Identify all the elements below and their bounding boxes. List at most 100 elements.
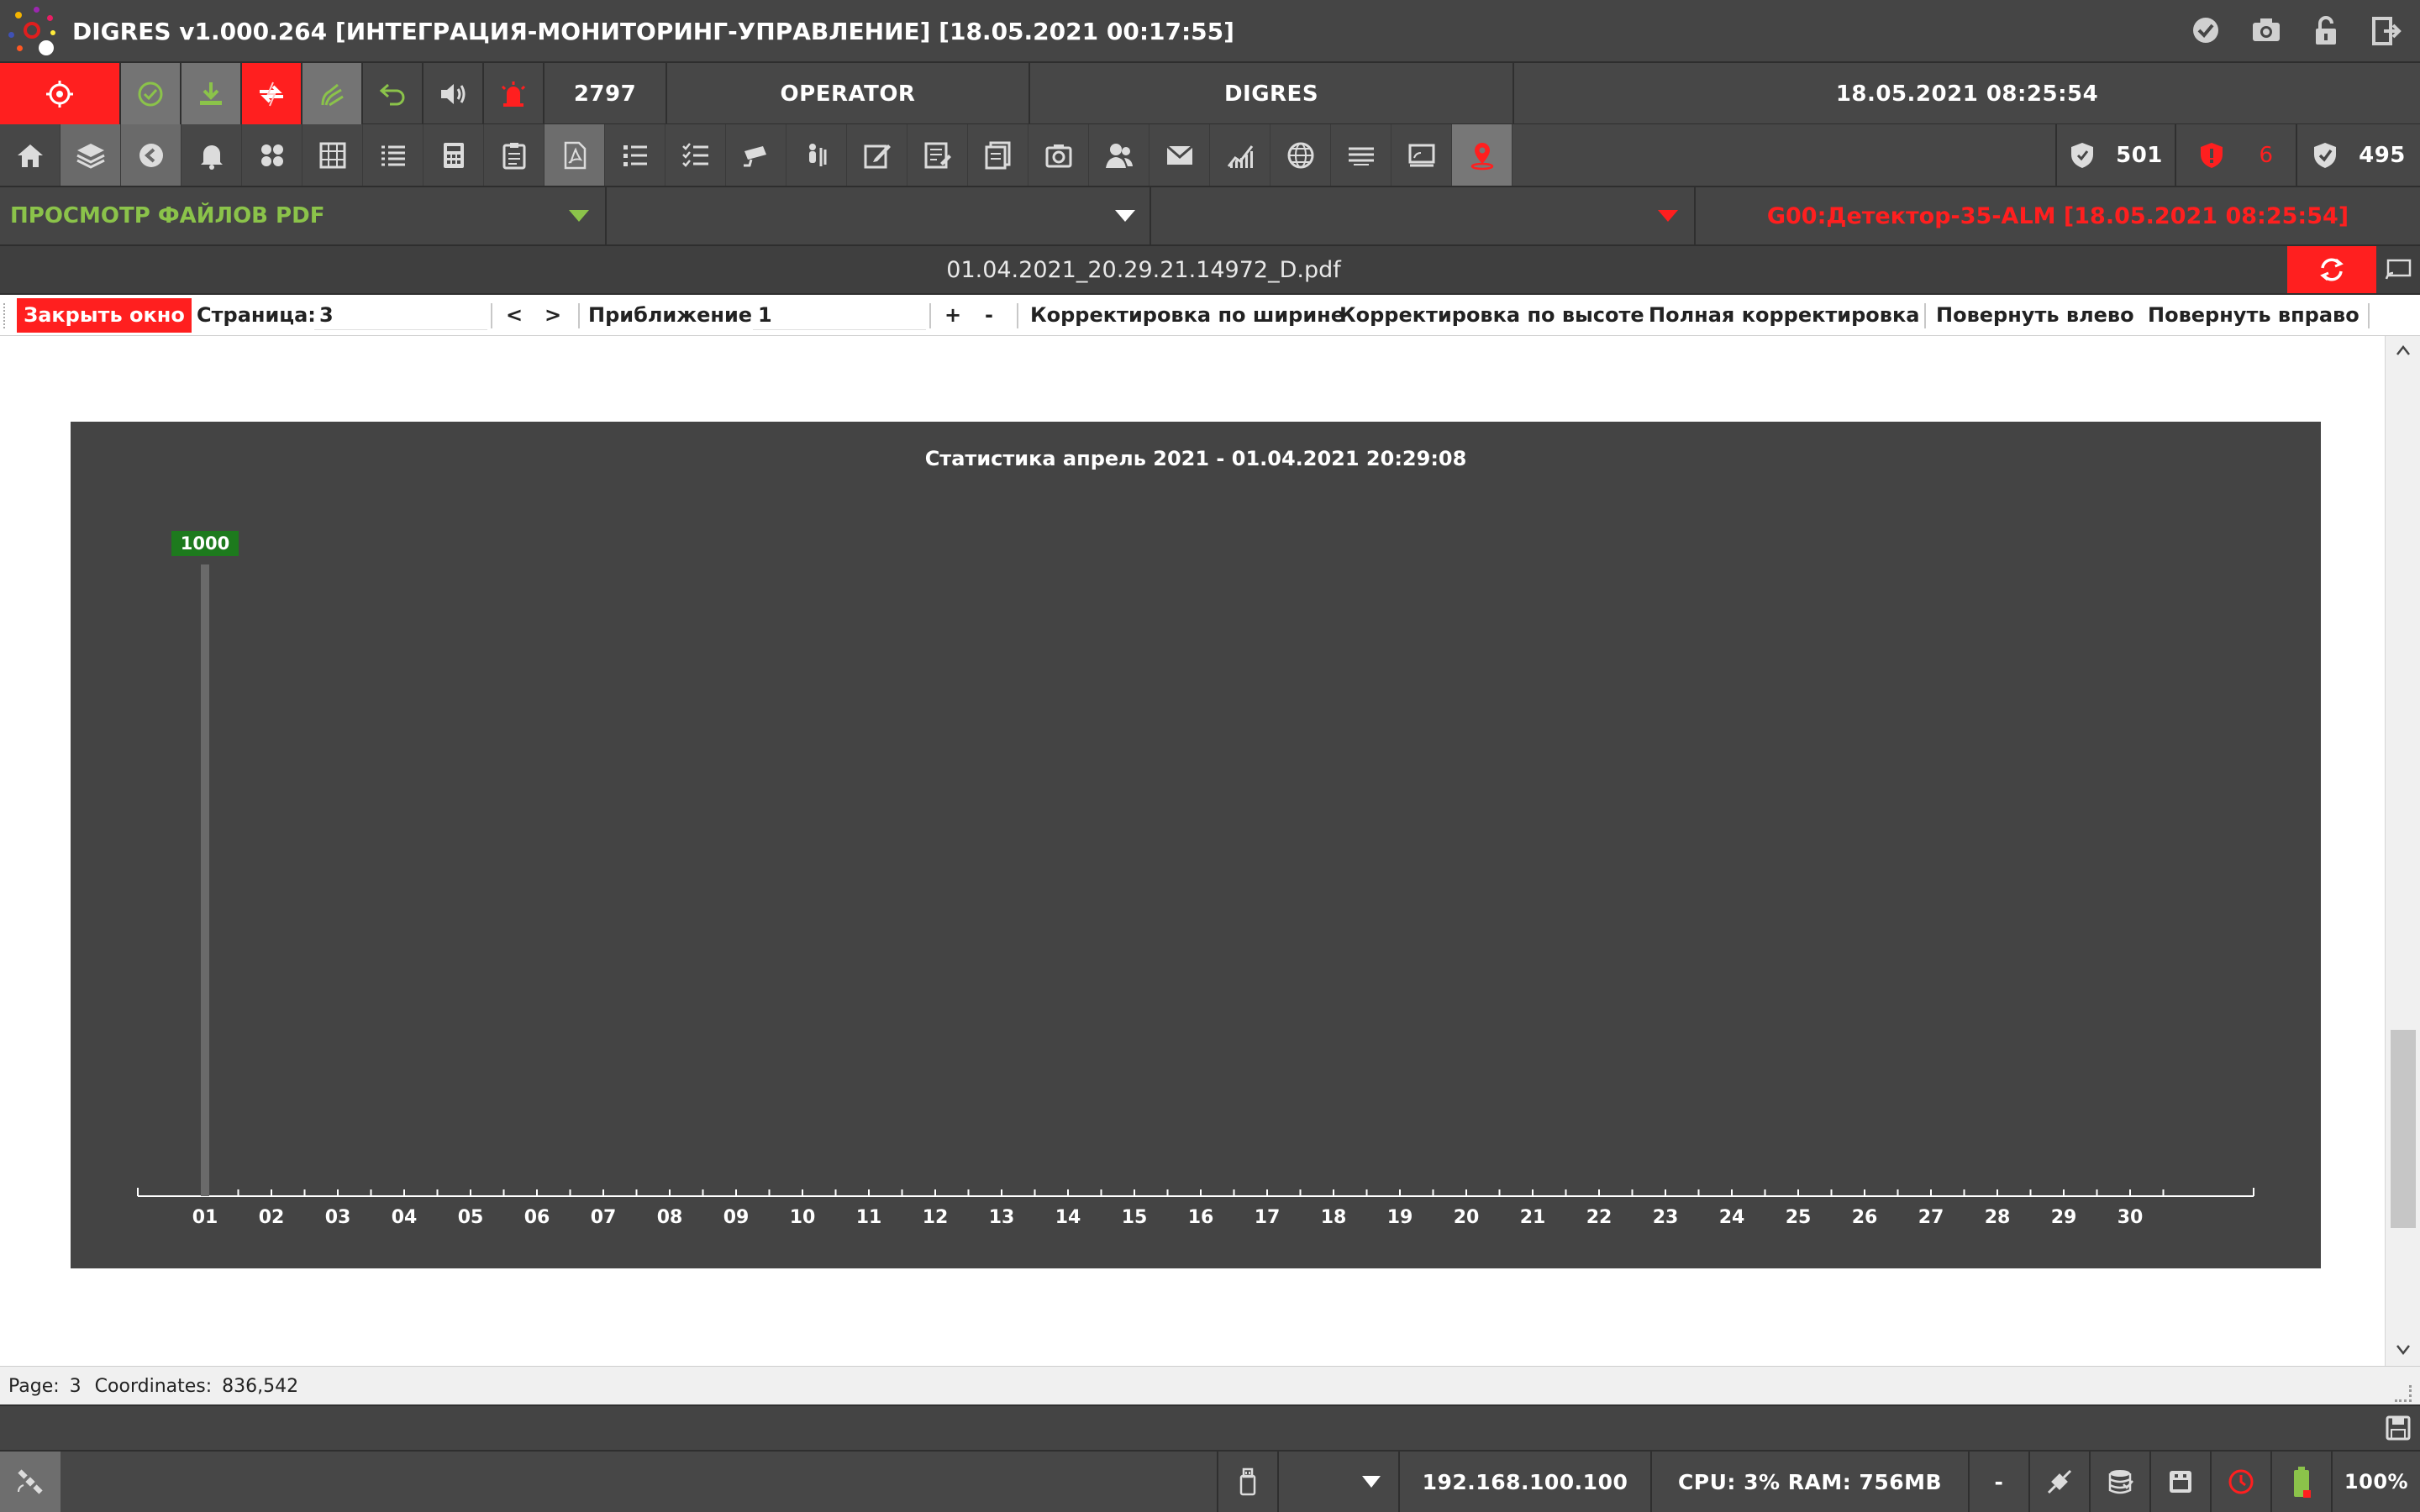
- page-input[interactable]: 3: [314, 300, 487, 330]
- badge-shield-alarm-value: 6: [2259, 142, 2274, 168]
- speaker-icon: [441, 83, 466, 104]
- edit-icon[interactable]: [847, 124, 908, 186]
- exit-icon[interactable]: [2370, 15, 2403, 49]
- camera-cctv-icon[interactable]: [726, 124, 786, 186]
- x-tick-label: 15: [1122, 1207, 1148, 1228]
- apps-icon[interactable]: [242, 124, 302, 186]
- zoom-level: 100%: [2331, 1452, 2420, 1512]
- timer-button[interactable]: [2210, 1452, 2270, 1512]
- users-icon[interactable]: [1089, 124, 1150, 186]
- vertical-scrollbar[interactable]: [2385, 336, 2420, 1366]
- x-tick-label: 26: [1852, 1207, 1878, 1228]
- check-circle-icon[interactable]: [2189, 15, 2223, 49]
- ok-button[interactable]: [121, 63, 182, 124]
- database-button[interactable]: [2089, 1452, 2149, 1512]
- network-button[interactable]: [2028, 1452, 2089, 1512]
- siren-button[interactable]: [484, 63, 544, 124]
- page-label: Страница:: [197, 303, 316, 327]
- photo-icon[interactable]: [1028, 124, 1089, 186]
- close-window-button[interactable]: Закрыть окно: [17, 298, 192, 333]
- back-icon[interactable]: [121, 124, 182, 186]
- chart-title: Статистика апрель 2021 - 01.04.2021 20:2…: [925, 447, 1467, 470]
- zoom-out-button[interactable]: -: [985, 295, 993, 336]
- ip-field: 192.168.100.100: [1398, 1452, 1650, 1512]
- fit-full-button[interactable]: Полная корректировка: [1649, 295, 1919, 336]
- sync-icon: [260, 81, 283, 106]
- x-tick-label: 18: [1321, 1207, 1347, 1228]
- fit-height-button[interactable]: Корректировка по высоте: [1339, 295, 1644, 336]
- clipboard-icon[interactable]: [484, 124, 544, 186]
- x-tick-label: 17: [1255, 1207, 1281, 1228]
- list-icon[interactable]: [363, 124, 424, 186]
- x-tick-label: 07: [591, 1207, 617, 1228]
- alarm-select[interactable]: [1151, 187, 1696, 244]
- alarm-ticker[interactable]: G00:Детектор-35-ALM [18.05.2021 08:25:54…: [1696, 187, 2420, 244]
- grid-icon[interactable]: [302, 124, 363, 186]
- camera-icon[interactable]: [2249, 15, 2283, 49]
- prev-page-button[interactable]: <: [506, 295, 523, 336]
- download-button[interactable]: [182, 63, 242, 124]
- rotate-left-button[interactable]: Повернуть влево: [1936, 295, 2134, 336]
- status-bar: Page: 3 Coordinates: 836,542: [0, 1366, 2420, 1404]
- mode-select[interactable]: ПРОСМОТР ФАЙЛОВ PDF: [0, 187, 607, 244]
- download-icon: [200, 81, 222, 105]
- documents-icon[interactable]: [968, 124, 1028, 186]
- x-tick-label: 05: [458, 1207, 484, 1228]
- save-icon[interactable]: [2385, 1415, 2412, 1441]
- mail-icon[interactable]: [1150, 124, 1210, 186]
- home-icon[interactable]: [0, 124, 60, 186]
- event-counter: 2797: [544, 63, 667, 124]
- lock-icon[interactable]: [2309, 15, 2343, 49]
- x-tick-label: 02: [259, 1207, 285, 1228]
- hand-button[interactable]: [302, 63, 363, 124]
- satellite-button[interactable]: [0, 1452, 60, 1512]
- scroll-down-icon[interactable]: [2396, 1344, 2411, 1356]
- separator: [578, 303, 580, 328]
- badge-shield-check-value: 495: [2359, 142, 2406, 168]
- resize-grip[interactable]: [2395, 1385, 2412, 1402]
- screen-icon: [2385, 259, 2412, 280]
- globe-icon[interactable]: [1270, 124, 1331, 186]
- cpu-ram: CPU: 3% RAM: 756MB: [1677, 1469, 1943, 1494]
- sound-button[interactable]: [424, 63, 484, 124]
- fit-width-button[interactable]: Корректировка по ширине: [1030, 295, 1344, 336]
- zoom-input[interactable]: 1: [753, 300, 926, 330]
- list-bullets-icon[interactable]: [605, 124, 666, 186]
- report-icon[interactable]: [908, 124, 968, 186]
- bar-data-label: 1000: [181, 533, 229, 554]
- scroll-up-icon[interactable]: [2396, 344, 2411, 356]
- map-pin-icon[interactable]: [1452, 124, 1512, 186]
- target-icon: [46, 80, 73, 108]
- zoom-in-button[interactable]: +: [944, 295, 961, 336]
- chart-icon[interactable]: [1210, 124, 1270, 186]
- undo-button[interactable]: [363, 63, 424, 124]
- pdf-icon[interactable]: [544, 124, 605, 186]
- status-coords-label: Coordinates:: [94, 1375, 213, 1397]
- usb-button[interactable]: [1217, 1452, 1277, 1512]
- sync-alarm-button[interactable]: [242, 63, 302, 124]
- secondary-select[interactable]: [607, 187, 1151, 244]
- calculator-icon[interactable]: [424, 124, 484, 186]
- rotate-right-button[interactable]: Повернуть вправо: [2148, 295, 2360, 336]
- cast-icon[interactable]: [1392, 124, 1452, 186]
- badge-shield-check[interactable]: 495: [2297, 124, 2420, 186]
- device-select[interactable]: [1277, 1452, 1398, 1512]
- alarm-target-button[interactable]: [0, 63, 121, 124]
- user-name: OPERATOR: [780, 81, 916, 107]
- terminal-button[interactable]: [2149, 1452, 2210, 1512]
- badge-shield-alarm[interactable]: 6: [2176, 124, 2297, 186]
- bell-icon[interactable]: [182, 124, 242, 186]
- next-page-button[interactable]: >: [544, 295, 561, 336]
- people-icon[interactable]: [786, 124, 847, 186]
- refresh-button[interactable]: [2287, 246, 2376, 293]
- layers-icon[interactable]: [60, 124, 121, 186]
- cast-screen-button[interactable]: [2376, 246, 2420, 293]
- x-tick-label: 16: [1188, 1207, 1214, 1228]
- clock-alarm-icon: [2228, 1469, 2254, 1494]
- checklist-icon[interactable]: [666, 124, 726, 186]
- lines-icon[interactable]: [1331, 124, 1392, 186]
- badge-shield-ok[interactable]: 501: [2055, 124, 2176, 186]
- scrollbar-thumb[interactable]: [2391, 1030, 2416, 1228]
- dash-field: -: [1968, 1452, 2028, 1512]
- x-tick-label: 01: [192, 1207, 218, 1228]
